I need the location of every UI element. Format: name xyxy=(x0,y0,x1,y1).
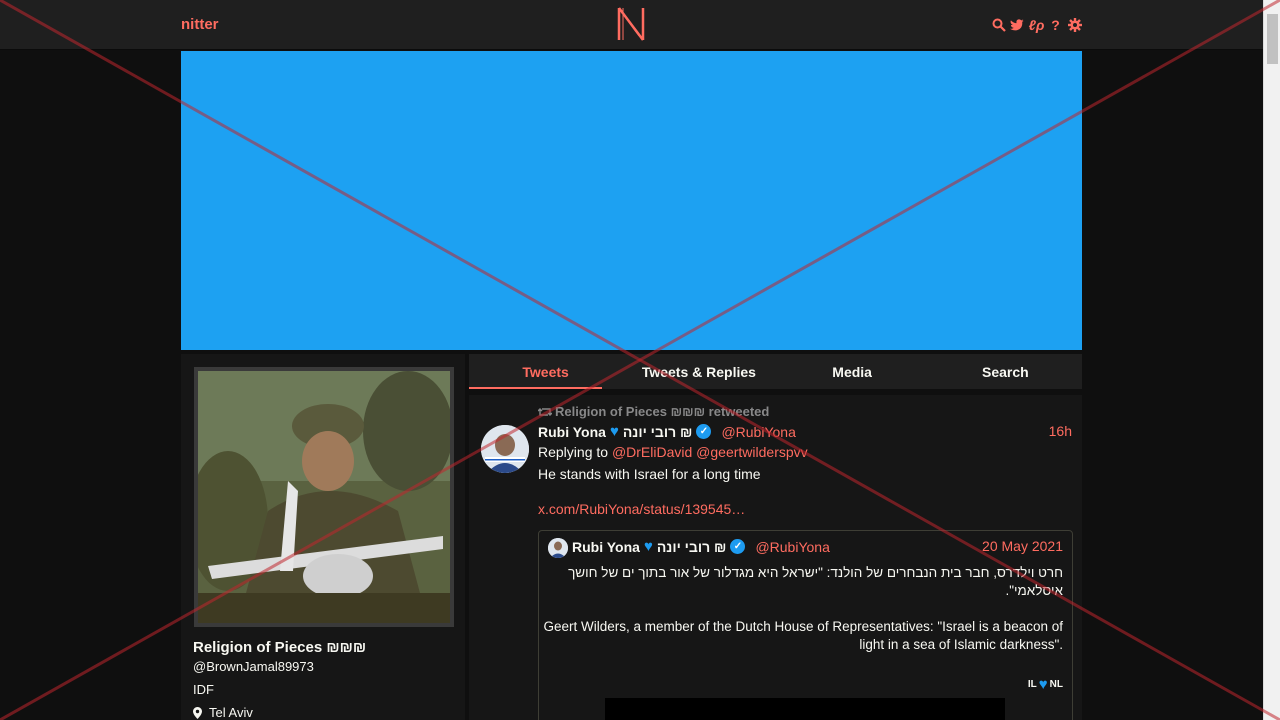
quote-hebrew-text: חרט וילדרס, חבר בית הנבחרים של הולנד: "י… xyxy=(568,565,1063,598)
verified-icon: ✓ xyxy=(696,424,712,439)
quote-body: חרט וילדרס, חבר בית הנבחרים של הולנד: "י… xyxy=(539,564,1063,672)
tweet-fullname[interactable]: Rubi Yona xyxy=(538,424,606,440)
retweet-label: Religion of Pieces ₪₪₪ retweeted xyxy=(555,404,770,419)
tweet-fullname-hebrew[interactable]: רובי יונה ₪ xyxy=(623,424,693,440)
tab-search[interactable]: Search xyxy=(929,354,1082,389)
blue-heart-icon: ♥ xyxy=(643,538,653,555)
tab-tweets-replies[interactable]: Tweets & Replies xyxy=(622,354,775,389)
blue-heart-icon: ♥ xyxy=(1038,676,1048,693)
reply-to-link[interactable]: @geertwilderspvv xyxy=(696,444,807,460)
retweet-header: Religion of Pieces ₪₪₪ retweeted xyxy=(538,404,769,419)
scrollbar-thumb[interactable] xyxy=(1267,14,1278,64)
page-scrollbar[interactable] xyxy=(1263,0,1280,720)
quote-date[interactable]: 20 May 2021 xyxy=(982,538,1063,554)
timeline-tabs: Tweets Tweets & Replies Media Search xyxy=(469,354,1082,389)
brand-link[interactable]: nitter xyxy=(181,16,219,33)
tweet-header: Rubi Yona ♥ רובי יונה ₪ ✓ @RubiYona xyxy=(538,423,796,440)
nav-icons: ℓρ ? xyxy=(991,16,1082,34)
quote-avatar[interactable] xyxy=(548,538,568,558)
profile-name[interactable]: Religion of Pieces ₪₪₪ xyxy=(193,639,366,656)
tweet-avatar[interactable] xyxy=(481,425,529,473)
flag-il: IL xyxy=(1027,679,1037,690)
quote-flags: IL ♥ NL xyxy=(1028,676,1063,693)
quote-username[interactable]: @RubiYona xyxy=(755,539,829,555)
tweet-text: He stands with Israel for a long time xyxy=(538,466,761,482)
profile-banner[interactable] xyxy=(181,51,1082,350)
tab-tweets[interactable]: Tweets xyxy=(469,354,622,389)
nitter-logo-icon[interactable] xyxy=(615,4,647,44)
profile-avatar[interactable] xyxy=(194,367,454,627)
profile-bio: IDF xyxy=(193,682,214,697)
quote-english-text: Geert Wilders, a member of the Dutch Hou… xyxy=(543,619,1063,652)
reply-to-link[interactable]: @DrEliDavid xyxy=(612,444,692,460)
replying-label: Replying to xyxy=(538,444,609,460)
profile-location-text: Tel Aviv xyxy=(209,705,253,720)
settings-icon[interactable] xyxy=(1067,18,1082,33)
quoted-tweet[interactable]: Rubi Yona ♥ רובי יונה ₪ ✓ @RubiYona 20 M… xyxy=(538,530,1073,720)
verified-icon: ✓ xyxy=(730,539,746,554)
quote-header: Rubi Yona ♥ רובי יונה ₪ ✓ @RubiYona xyxy=(572,538,830,555)
help-icon[interactable]: ? xyxy=(1048,17,1063,33)
rss-icon[interactable]: ℓρ xyxy=(1029,17,1045,33)
profile-card: Religion of Pieces ₪₪₪ @BrownJamal89973 … xyxy=(181,354,465,720)
tab-media[interactable]: Media xyxy=(776,354,929,389)
tweet-username[interactable]: @RubiYona xyxy=(721,424,795,440)
quote-fullname[interactable]: Rubi Yona xyxy=(572,539,640,555)
flag-nl: NL xyxy=(1049,679,1063,690)
retweet-icon xyxy=(538,407,552,416)
timeline: Religion of Pieces ₪₪₪ retweeted Rubi Yo… xyxy=(469,395,1082,720)
profile-location: Tel Aviv xyxy=(193,705,253,720)
location-pin-icon xyxy=(193,706,202,719)
navbar: nitter ℓρ ? xyxy=(0,0,1263,50)
profile-handle[interactable]: @BrownJamal89973 xyxy=(193,659,314,674)
quote-fullname-hebrew[interactable]: רובי יונה ₪ xyxy=(657,539,727,555)
tweet-date[interactable]: 16h xyxy=(1049,423,1072,439)
blue-heart-icon: ♥ xyxy=(609,423,619,440)
replying-to: Replying to @DrEliDavid @geertwilderspvv xyxy=(538,444,808,460)
tweet-link[interactable]: x.com/RubiYona/status/139545… xyxy=(538,501,745,517)
search-icon[interactable] xyxy=(991,18,1006,33)
bird-icon[interactable] xyxy=(1010,18,1025,33)
quote-media[interactable] xyxy=(605,698,1005,720)
